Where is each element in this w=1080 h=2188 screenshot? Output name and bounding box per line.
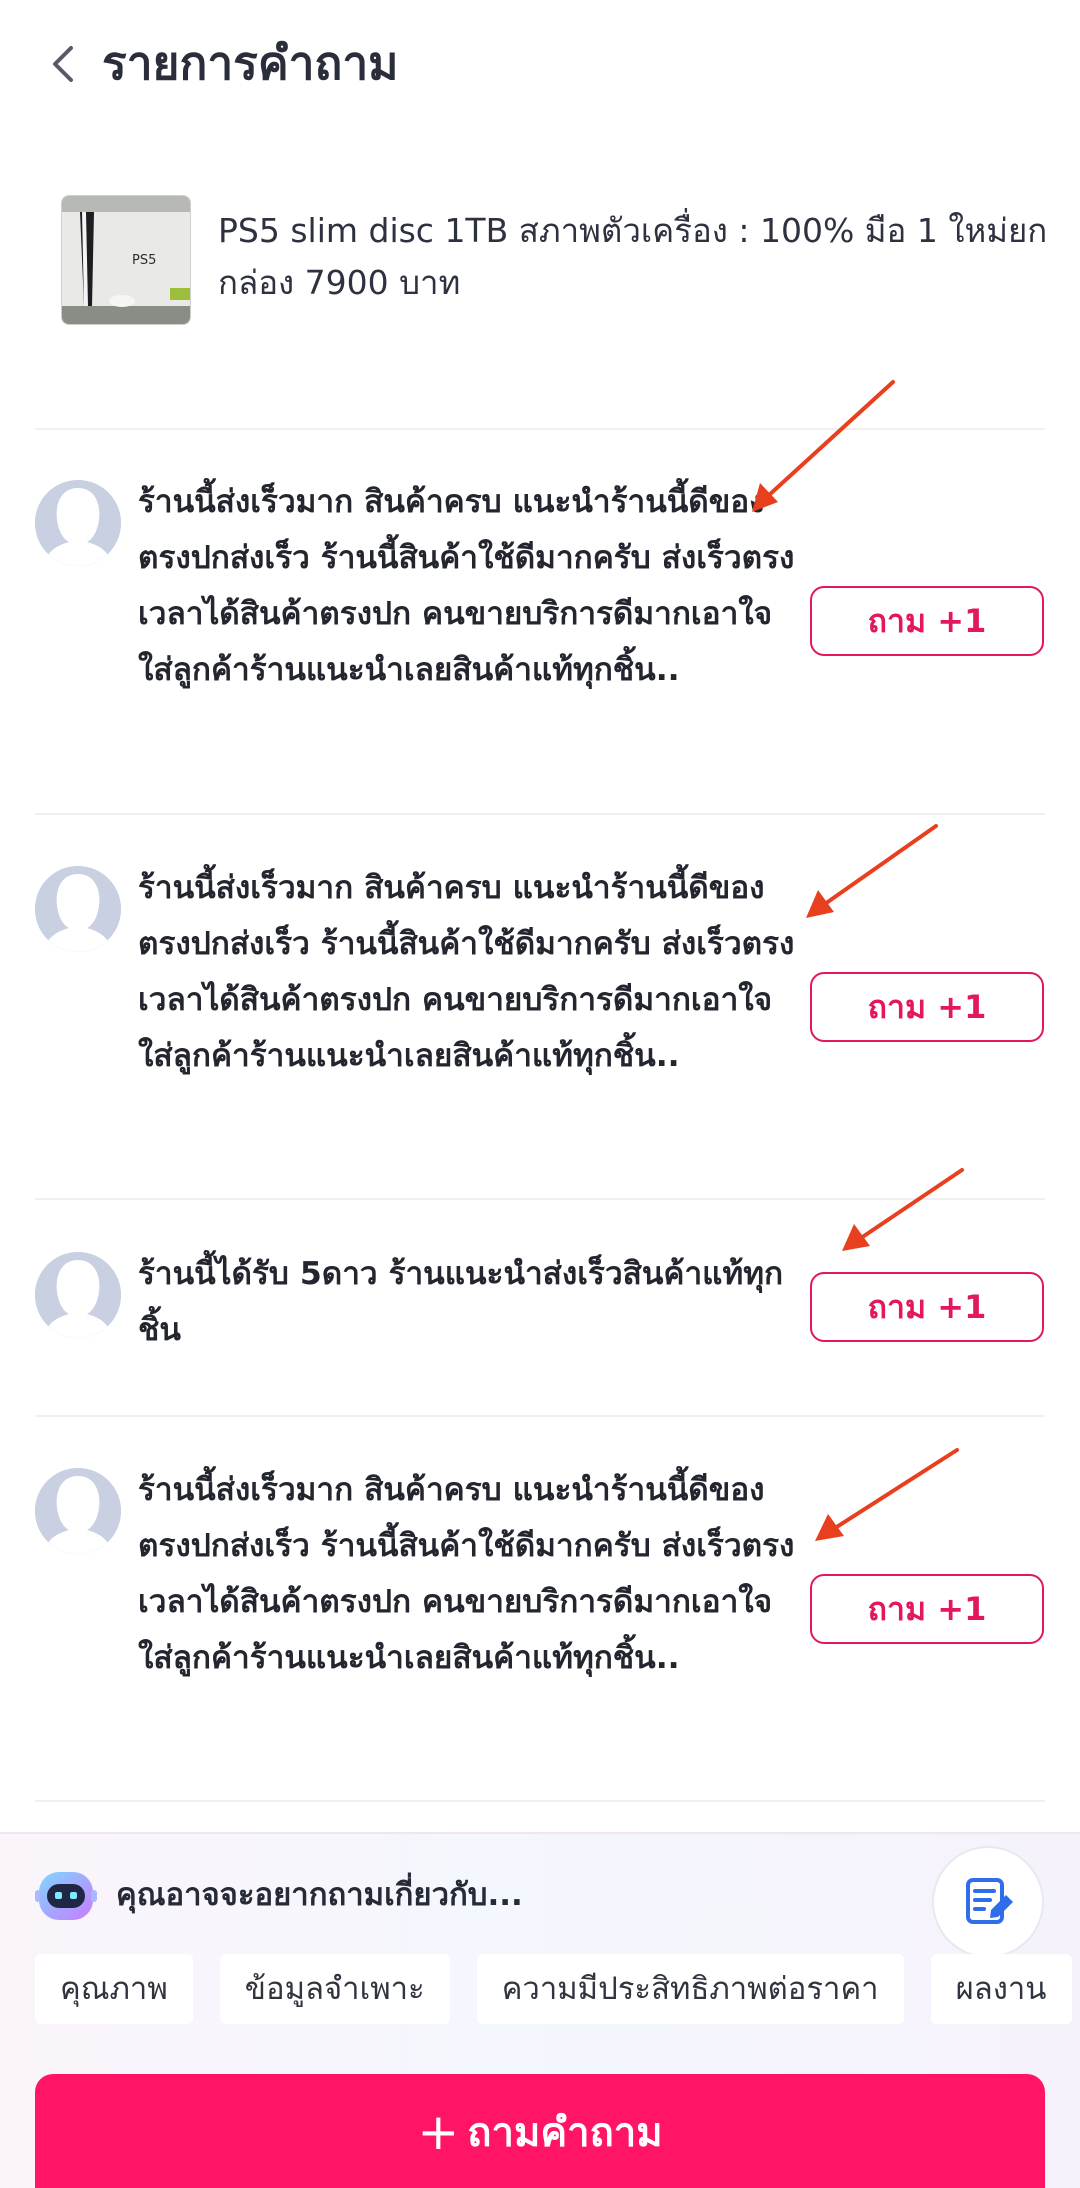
edit-question-button[interactable] (932, 1846, 1044, 1958)
back-button[interactable] (34, 34, 90, 94)
chip-performance[interactable]: ผลงาน (930, 1954, 1072, 2024)
question-text: ร้านนี้ส่งเร็วมาก สินค้าครบ แนะนำร้านนี้… (138, 484, 795, 688)
avatar (35, 1252, 121, 1338)
ps5-box-image: PS5 (62, 196, 190, 324)
header: รายการคำถาม (0, 0, 1080, 130)
product-card[interactable]: PS5 PS5 slim disc 1TB สภาพตัวเครื่อง : 1… (61, 195, 1051, 325)
question-text: ร้านนี้ได้รับ 5ดาว ร้านแนะนำส่งเร็วสินค้… (138, 1256, 784, 1348)
ask-question-button[interactable]: + ถามคำถาม (35, 2074, 1045, 2188)
page-title: รายการคำถาม (102, 36, 399, 90)
divider (35, 428, 1045, 430)
chip-quality[interactable]: คุณภาพ (35, 1954, 193, 2024)
avatar (35, 866, 121, 952)
question-text: ร้านนี้ส่งเร็วมาก สินค้าครบ แนะนำร้านนี้… (138, 1472, 795, 1676)
suggestions-panel: คุณอาจจะอยากถามเกี่ยวกับ... คุณภาพ ข้อมูล… (0, 1832, 1080, 2188)
divider (35, 1198, 1045, 1200)
avatar (35, 1468, 121, 1554)
edit-note-icon (966, 1878, 1013, 1924)
chevron-left-icon (53, 46, 73, 82)
svg-text:PS5: PS5 (132, 253, 156, 268)
divider (35, 1800, 1045, 1802)
ask-plus-one-button[interactable]: ถาม +1 (810, 586, 1044, 656)
product-title: PS5 slim disc 1TB สภาพตัวเครื่อง : 100% … (218, 211, 1048, 302)
question-text: ร้านนี้ส่งเร็วมาก สินค้าครบ แนะนำร้านนี้… (138, 870, 795, 1074)
ask-plus-one-button[interactable]: ถาม +1 (810, 1574, 1044, 1644)
suggestions-title: คุณอาจจะอยากถามเกี่ยวกับ... (116, 1877, 523, 1913)
product-thumbnail: PS5 (61, 195, 191, 325)
suggestion-chips: คุณภาพ ข้อมูลจำเพาะ ความมีประสิทธิภาพต่อรา… (35, 1954, 1080, 2024)
divider (35, 813, 1045, 815)
divider (35, 1415, 1045, 1417)
ask-plus-one-button[interactable]: ถาม +1 (810, 1272, 1044, 1342)
robot-icon (35, 1864, 97, 1926)
ask-plus-one-button[interactable]: ถาม +1 (810, 972, 1044, 1042)
avatar (35, 480, 121, 566)
plus-icon: + (417, 2103, 460, 2161)
chip-specifications[interactable]: ข้อมูลจำเพาะ (219, 1954, 450, 2024)
chip-value-for-money[interactable]: ความมีประสิทธิภาพต่อราคา (476, 1954, 904, 2024)
ask-question-label: ถามคำถาม (467, 2110, 663, 2156)
